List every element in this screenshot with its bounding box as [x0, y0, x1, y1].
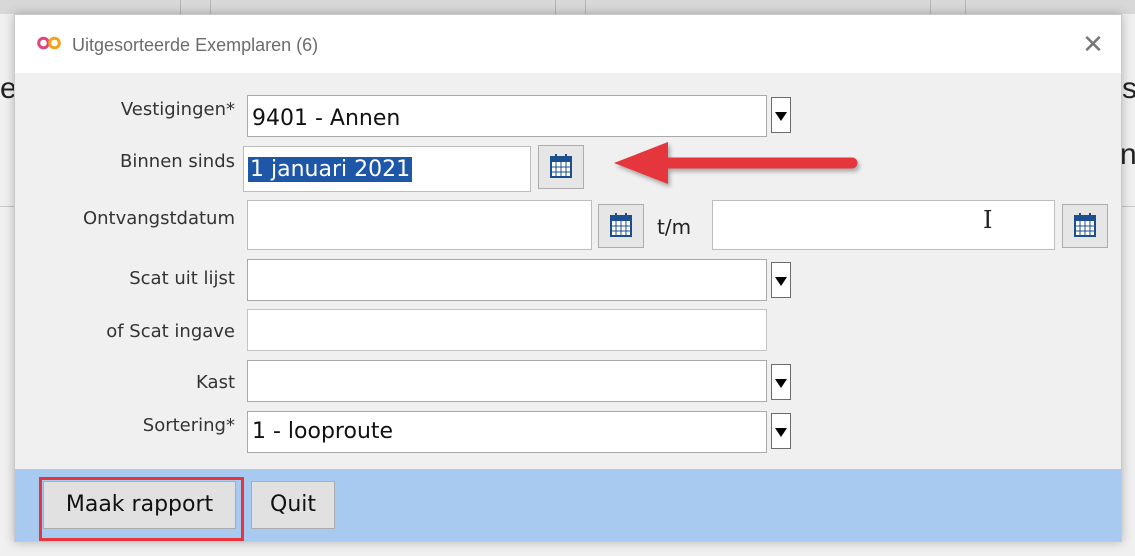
dialog-title: Uitgesorteerde Exemplaren (6) [72, 35, 319, 55]
ontvangstdatum-to-input[interactable] [712, 200, 1055, 250]
calendar-button[interactable] [598, 204, 644, 248]
vestigingen-label: Vestigingen* [120, 99, 235, 120]
background-toolbar-segment [0, 0, 181, 14]
background-toolbar-segment [180, 0, 211, 14]
ontvangstdatum-label: Ontvangstdatum [82, 208, 235, 229]
background-toolbar-segment [930, 0, 966, 14]
chevron-down-icon[interactable] [771, 97, 791, 133]
kast-label: Kast [196, 372, 235, 393]
sortering-select[interactable]: 1 - looproute [247, 411, 767, 453]
highlight-box [39, 477, 244, 541]
chevron-down-icon[interactable] [771, 364, 791, 400]
scat-lijst-select[interactable] [247, 259, 767, 301]
dialog-window: Uitgesorteerde Exemplaren (6) ✕ Vestigin… [14, 14, 1122, 542]
background-text: n [1120, 138, 1135, 171]
calendar-button[interactable] [1062, 204, 1108, 248]
ontvangstdatum-from-input[interactable] [247, 200, 592, 250]
close-icon[interactable]: ✕ [1075, 27, 1111, 61]
selected-date-text: 1 januari 2021 [248, 157, 413, 182]
binnen-sinds-label: Binnen sinds [120, 151, 235, 172]
title-bar[interactable]: Uitgesorteerde Exemplaren (6) ✕ [15, 15, 1121, 73]
annotation-arrow-icon [614, 142, 858, 184]
scat-lijst-label: Scat uit lijst [129, 268, 235, 289]
scat-ingave-label: of Scat ingave [106, 321, 235, 342]
vestigingen-select[interactable]: 9401 - Annen [247, 95, 767, 137]
sortering-label: Sortering* [142, 415, 235, 436]
background-toolbar-segment [585, 0, 931, 14]
form-area: Vestigingen* 9401 - Annen Binnen sinds 1… [15, 73, 1121, 469]
kast-select[interactable] [247, 360, 767, 402]
background-toolbar [0, 0, 1135, 14]
text-cursor-icon: I [983, 206, 993, 234]
calendar-icon [610, 213, 632, 237]
quit-button[interactable]: Quit [251, 481, 335, 529]
background-toolbar-segment [555, 0, 586, 14]
calendar-icon [550, 154, 572, 178]
calendar-icon [1074, 213, 1096, 237]
tm-label: t/m [657, 215, 692, 239]
calendar-button[interactable] [538, 145, 584, 189]
scat-ingave-input[interactable] [247, 309, 767, 351]
chevron-down-icon[interactable] [771, 413, 791, 449]
background-text: s [1122, 72, 1135, 105]
background-toolbar-segment [210, 0, 556, 14]
chevron-down-icon[interactable] [771, 262, 791, 298]
infinity-logo-icon [37, 36, 61, 50]
binnen-sinds-input[interactable]: 1 januari 2021 [243, 146, 531, 192]
